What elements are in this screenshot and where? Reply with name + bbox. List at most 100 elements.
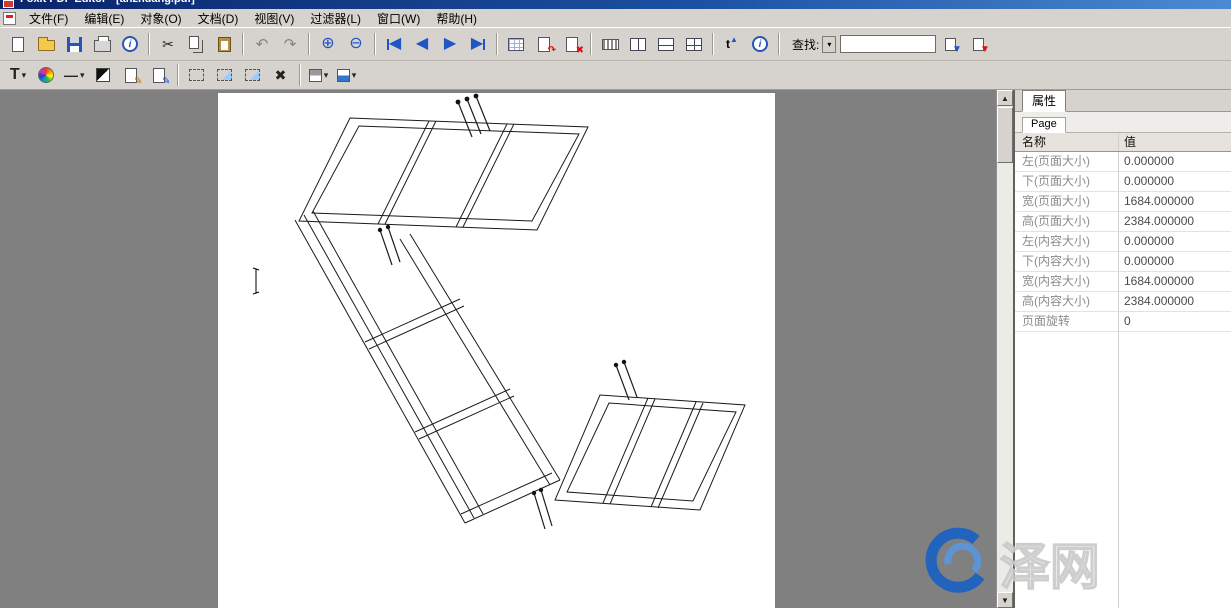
property-value[interactable]: 2384.000000 bbox=[1119, 212, 1231, 231]
split-quad-button[interactable] bbox=[681, 32, 707, 57]
split-horizontal-button[interactable] bbox=[653, 32, 679, 57]
menu-item-document[interactable]: 文档(D) bbox=[190, 8, 247, 29]
document-menu-icon bbox=[3, 12, 16, 25]
insert-page-arrow-icon: ↷ bbox=[548, 46, 556, 56]
last-page-button[interactable]: ▶ bbox=[465, 32, 491, 57]
fill-color-button[interactable]: ▾ bbox=[334, 63, 360, 88]
delete-page-cross-icon: ✖ bbox=[576, 46, 584, 56]
text-extract-arrow-icon: ▲ bbox=[730, 35, 738, 44]
property-row-page-left[interactable]: 左(页面大小) 0.000000 bbox=[1015, 152, 1231, 172]
property-value[interactable]: 0.000000 bbox=[1119, 172, 1231, 191]
zoom-in-button[interactable]: ⊕ bbox=[315, 32, 341, 57]
paste-button[interactable] bbox=[211, 32, 237, 57]
chevron-down-icon: ▾ bbox=[80, 71, 85, 80]
transform-button[interactable] bbox=[212, 63, 238, 88]
find-all-button[interactable]: ▼ bbox=[965, 32, 991, 57]
split-vertical-button[interactable] bbox=[625, 32, 651, 57]
paste-icon bbox=[218, 37, 231, 52]
print-button[interactable] bbox=[89, 32, 115, 57]
edit-form-button[interactable]: ✎ bbox=[146, 63, 172, 88]
property-name: 高(页面大小) bbox=[1015, 212, 1119, 231]
cable-tray-drawing bbox=[218, 93, 775, 608]
first-page-button[interactable]: ◀ bbox=[381, 32, 407, 57]
chevron-down-icon: ▾ bbox=[22, 71, 27, 80]
scroll-up-button[interactable]: ▲ bbox=[997, 90, 1013, 106]
scroll-track[interactable] bbox=[997, 164, 1013, 592]
text-extract-button[interactable]: t▲ bbox=[719, 32, 745, 57]
property-row-content-width[interactable]: 宽(内容大小) 1684.000000 bbox=[1015, 272, 1231, 292]
help-about-button[interactable]: i bbox=[747, 32, 773, 57]
tab-properties[interactable]: 属性 bbox=[1022, 90, 1066, 112]
panel-tab-strip: 属性 bbox=[1015, 90, 1231, 112]
property-value[interactable]: 0.000000 bbox=[1119, 232, 1231, 251]
property-value[interactable]: 0.000000 bbox=[1119, 152, 1231, 171]
line-tool-button[interactable]: —▾ bbox=[61, 63, 88, 88]
menu-item-file[interactable]: 文件(F) bbox=[21, 8, 76, 29]
scroll-thumb[interactable] bbox=[997, 107, 1013, 163]
zoom-out-icon: ⊖ bbox=[349, 36, 362, 52]
edit-object-button[interactable]: ✎ bbox=[118, 63, 144, 88]
document-info-button[interactable]: i bbox=[117, 32, 143, 57]
menu-item-window[interactable]: 窗口(W) bbox=[369, 8, 428, 29]
property-row-content-height[interactable]: 高(内容大小) 2384.000000 bbox=[1015, 292, 1231, 312]
property-value[interactable]: 1684.000000 bbox=[1119, 272, 1231, 291]
menu-item-view[interactable]: 视图(V) bbox=[246, 8, 302, 29]
stroke-color-button[interactable]: ▾ bbox=[306, 63, 332, 88]
insert-page-button[interactable]: ↷ bbox=[531, 32, 557, 57]
panel-subtab-strip: Page bbox=[1015, 112, 1231, 133]
delete-page-button[interactable]: ✖ bbox=[559, 32, 585, 57]
text-tool-button[interactable]: T▾ bbox=[5, 63, 31, 88]
vertical-scrollbar[interactable]: ▲ ▼ bbox=[996, 90, 1013, 608]
property-value[interactable]: 1684.000000 bbox=[1119, 192, 1231, 211]
page-grid-icon bbox=[508, 38, 524, 51]
tools-button[interactable]: ✖ bbox=[268, 63, 294, 88]
open-file-button[interactable] bbox=[33, 32, 59, 57]
pdf-page[interactable] bbox=[218, 93, 775, 608]
property-value[interactable]: 0.000000 bbox=[1119, 252, 1231, 271]
copy-button[interactable] bbox=[183, 32, 209, 57]
help-circle-icon: i bbox=[752, 36, 768, 52]
toolbar-separator bbox=[148, 33, 150, 55]
find-input[interactable] bbox=[840, 35, 936, 53]
save-button[interactable] bbox=[61, 32, 87, 57]
grid-view-button[interactable] bbox=[597, 32, 623, 57]
menu-item-object[interactable]: 对象(O) bbox=[132, 8, 189, 29]
printer-icon bbox=[94, 40, 111, 52]
copy-icon bbox=[189, 36, 199, 49]
undo-button[interactable]: ↶ bbox=[249, 32, 275, 57]
fill-style-button[interactable] bbox=[90, 63, 116, 88]
application-window: Foxit PDF Editor - [anzhuang.pdf] 文件(F) … bbox=[0, 0, 1231, 608]
document-canvas[interactable] bbox=[0, 90, 996, 608]
redo-button[interactable]: ↷ bbox=[277, 32, 303, 57]
menu-item-edit[interactable]: 编辑(E) bbox=[76, 8, 132, 29]
pencil-icon: ✎ bbox=[162, 77, 170, 87]
menu-item-help[interactable]: 帮助(H) bbox=[428, 8, 485, 29]
select-object-button[interactable] bbox=[184, 63, 210, 88]
property-row-content-left[interactable]: 左(内容大小) 0.000000 bbox=[1015, 232, 1231, 252]
color-wheel-button[interactable] bbox=[33, 63, 59, 88]
split-vertical-icon bbox=[630, 38, 646, 51]
next-page-button[interactable]: ▶ bbox=[437, 32, 463, 57]
property-row-page-rotation[interactable]: 页面旋转 0 bbox=[1015, 312, 1231, 332]
last-page-bar-icon bbox=[483, 39, 485, 50]
cut-button[interactable]: ✂ bbox=[155, 32, 181, 57]
scroll-down-button[interactable]: ▼ bbox=[997, 592, 1013, 608]
property-row-page-bottom[interactable]: 下(页面大小) 0.000000 bbox=[1015, 172, 1231, 192]
previous-page-button[interactable]: ◀ bbox=[409, 32, 435, 57]
main-area: ▲ ▼ 属性 Page 名称 值 左(页面大小) 0.000000 下(页面大小… bbox=[0, 90, 1231, 608]
tab-page[interactable]: Page bbox=[1022, 117, 1066, 133]
find-options-dropdown[interactable]: ▾ bbox=[822, 36, 836, 53]
find-next-button[interactable]: ▼ bbox=[937, 32, 963, 57]
new-document-button[interactable] bbox=[5, 32, 31, 57]
property-row-page-height[interactable]: 高(页面大小) 2384.000000 bbox=[1015, 212, 1231, 232]
property-value[interactable]: 0 bbox=[1119, 312, 1231, 331]
zoom-out-button[interactable]: ⊖ bbox=[343, 32, 369, 57]
property-row-content-bottom[interactable]: 下(内容大小) 0.000000 bbox=[1015, 252, 1231, 272]
snapshot-button[interactable] bbox=[240, 63, 266, 88]
property-value[interactable]: 2384.000000 bbox=[1119, 292, 1231, 311]
property-row-page-width[interactable]: 宽(页面大小) 1684.000000 bbox=[1015, 192, 1231, 212]
toolbar-separator bbox=[374, 33, 376, 55]
page-list-button[interactable] bbox=[503, 32, 529, 57]
fill-color-icon bbox=[337, 69, 350, 82]
menu-item-filter[interactable]: 过滤器(L) bbox=[302, 8, 369, 29]
